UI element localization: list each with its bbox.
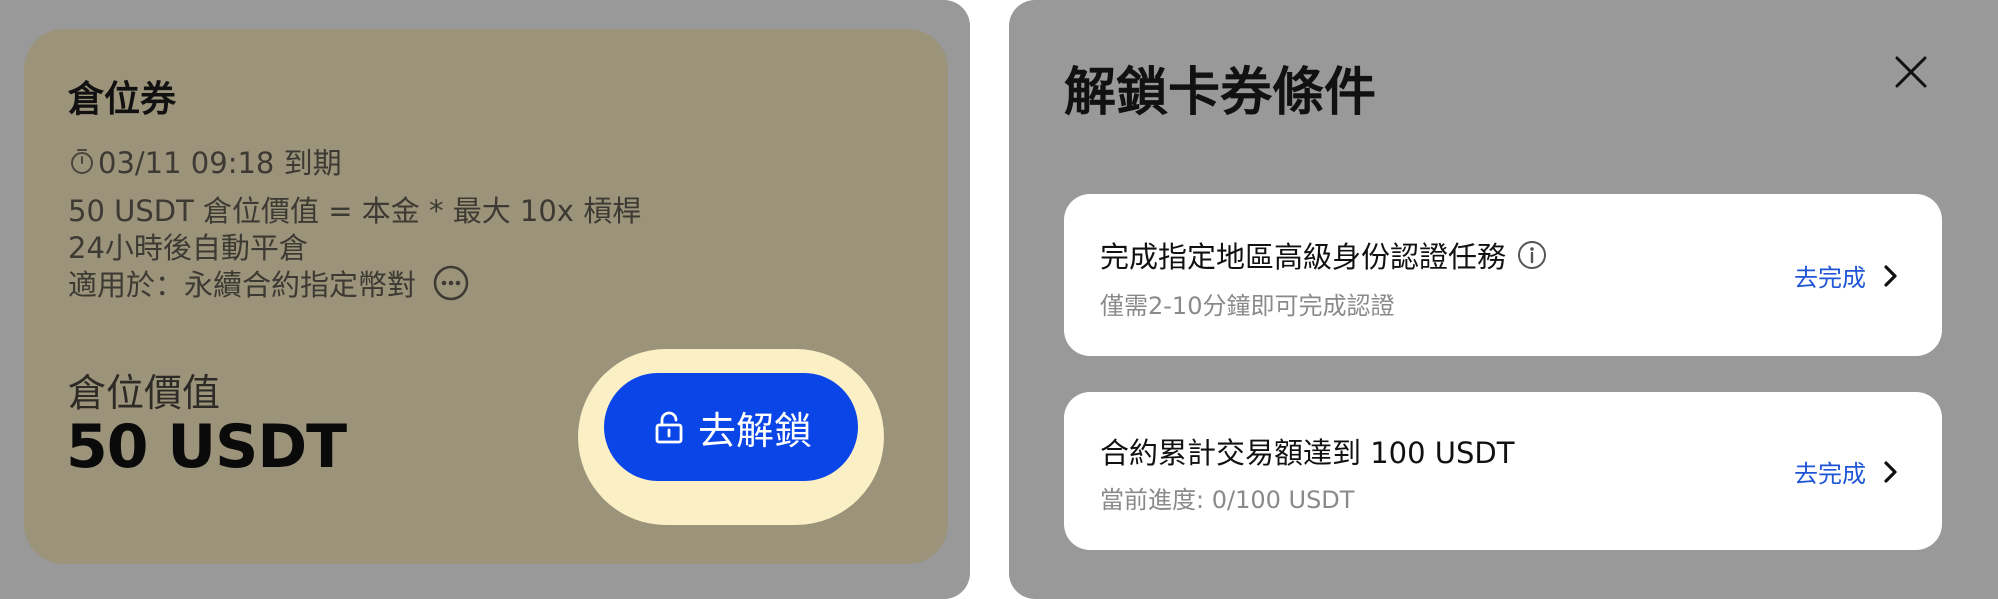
complete-button[interactable]: 去完成 bbox=[1794, 454, 1900, 489]
more-icon[interactable] bbox=[432, 264, 470, 302]
position-value-label: 倉位價值 bbox=[68, 371, 221, 415]
coupon-title: 倉位券 bbox=[68, 79, 177, 120]
task-card-kyc: 完成指定地區高級身份認證任務 僅需2-10分鐘即可完成認證 去完成 bbox=[1064, 194, 1942, 356]
coupon-panel: 倉位券 03/11 09:18 到期 50 USDT 倉位價值 = 本金 * 最… bbox=[0, 0, 970, 599]
task-title-text: 完成指定地區高級身份認證任務 bbox=[1100, 240, 1507, 274]
position-value-amount: 50 USDT bbox=[66, 412, 347, 482]
chevron-right-icon bbox=[1884, 264, 1897, 287]
task-title-text: 合約累計交易額達到 100 USDT bbox=[1100, 436, 1515, 470]
unlock-conditions-sheet: 解鎖卡券條件 完成指定地區高級身份認證任務 僅需2-10分鐘即可完成認證 去完成… bbox=[1009, 0, 1998, 599]
complete-label: 去完成 bbox=[1794, 460, 1866, 488]
unlock-button[interactable]: 去解鎖 bbox=[604, 373, 858, 481]
task-title: 完成指定地區高級身份認證任務 bbox=[1100, 234, 1548, 276]
task-progress: 當前進度: 0/100 USDT bbox=[1100, 486, 1355, 514]
coupon-desc-autoclose: 24小時後自動平倉 bbox=[68, 231, 308, 265]
task-title: 合約累計交易額達到 100 USDT bbox=[1100, 430, 1514, 472]
close-icon[interactable] bbox=[1889, 50, 1933, 94]
lock-icon bbox=[655, 411, 683, 444]
expiry-text: 03/11 09:18 到期 bbox=[98, 146, 342, 180]
complete-button[interactable]: 去完成 bbox=[1794, 258, 1900, 293]
applies-text: 適用於：永續合約指定幣對 bbox=[68, 268, 417, 302]
complete-label: 去完成 bbox=[1794, 264, 1866, 292]
expiry-row: 03/11 09:18 到期 bbox=[68, 140, 342, 182]
task-subtitle: 僅需2-10分鐘即可完成認證 bbox=[1100, 292, 1395, 320]
info-icon[interactable] bbox=[1516, 239, 1548, 271]
task-card-trading-volume: 合約累計交易額達到 100 USDT 當前進度: 0/100 USDT 去完成 bbox=[1064, 392, 1942, 550]
timer-icon bbox=[71, 149, 93, 174]
coupon-desc-applies: 適用於：永續合約指定幣對 bbox=[68, 262, 470, 304]
coupon-desc-value: 50 USDT 倉位價值 = 本金 * 最大 10x 槓桿 bbox=[68, 194, 642, 228]
unlock-label: 去解鎖 bbox=[697, 408, 812, 453]
chevron-right-icon bbox=[1884, 460, 1897, 483]
sheet-title: 解鎖卡券條件 bbox=[1064, 63, 1377, 123]
